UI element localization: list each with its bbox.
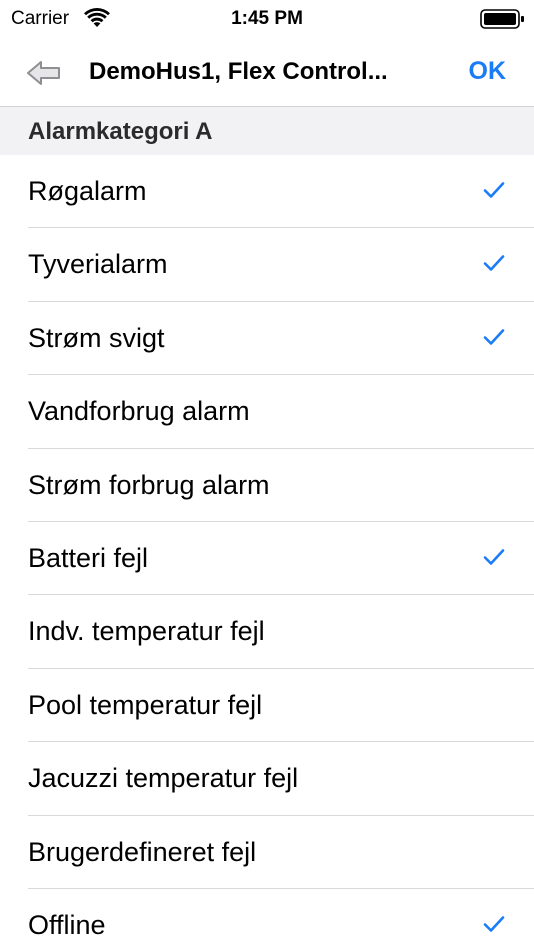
- list-item-label: Indv. temperatur fejl: [28, 616, 265, 647]
- checkmark-icon: [483, 182, 505, 198]
- ok-button[interactable]: OK: [469, 56, 507, 86]
- status-bar: Carrier 1:45 PM: [0, 0, 534, 40]
- section-title: Alarmkategori A: [28, 118, 213, 145]
- list-item[interactable]: Vandforbrug alarm: [0, 375, 534, 449]
- list-item-label: Offline: [28, 909, 106, 940]
- list-item[interactable]: Indv. temperatur fejl: [0, 595, 534, 670]
- clock: 1:45 PM: [231, 8, 303, 29]
- list-item[interactable]: Jacuzzi temperatur fejl: [0, 742, 534, 816]
- battery-icon: [480, 9, 524, 29]
- checkmark-icon: [483, 328, 505, 345]
- list-item[interactable]: Offline: [0, 889, 534, 950]
- list-item-label: Vandforbrug alarm: [28, 396, 250, 427]
- list-item-label: Pool temperatur fejl: [28, 689, 263, 720]
- list-item-label: Batteri fejl: [28, 542, 149, 573]
- list-item-label: Brugerdefineret fejl: [28, 836, 257, 867]
- list-item[interactable]: Strøm svigt: [0, 302, 534, 376]
- navigation-bar: DemoHus1, Flex Control... OK: [0, 40, 534, 107]
- list-item-label: Jacuzzi temperatur fejl: [28, 763, 299, 794]
- screen: Carrier 1:45 PM DemoHus1, Flex Control..…: [0, 0, 534, 950]
- list-item[interactable]: Batteri fejl: [0, 522, 534, 596]
- list-item-label: Strøm svigt: [28, 322, 165, 353]
- checkmark-icon: [483, 916, 505, 932]
- list-item[interactable]: Tyverialarm: [0, 228, 534, 303]
- checkmark-icon: [483, 549, 505, 565]
- list-item-label: Tyverialarm: [28, 249, 168, 280]
- list-item[interactable]: Brugerdefineret fejl: [0, 816, 534, 890]
- checkmark-icon: [483, 255, 505, 272]
- list-item[interactable]: Strøm forbrug alarm: [0, 449, 534, 523]
- list-item[interactable]: Pool temperatur fejl: [0, 669, 534, 743]
- list-item-label: Røgalarm: [28, 176, 147, 206]
- list-item-label: Strøm forbrug alarm: [28, 469, 270, 500]
- section-header: Alarmkategori A: [0, 107, 534, 155]
- back-arrow-icon[interactable]: [24, 56, 64, 90]
- alarm-list: Røgalarm Tyverialarm Strøm svigt Vandfor…: [0, 155, 534, 950]
- page-title: DemoHus1, Flex Control...: [89, 58, 388, 85]
- list-item[interactable]: Røgalarm: [0, 155, 534, 229]
